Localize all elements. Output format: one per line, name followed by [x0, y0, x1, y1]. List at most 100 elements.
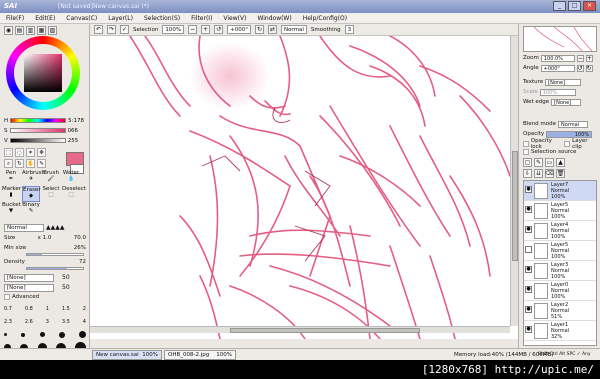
hsv-tab-icon[interactable]: ▥ — [26, 26, 35, 35]
eye-icon[interactable]: ● — [525, 186, 532, 193]
tool-water[interactable]: Water 💧 — [62, 170, 80, 186]
tool-brush[interactable]: Brush 🖌 — [42, 170, 60, 186]
layer-item[interactable]: ● Layer0 Normal 100% — [524, 281, 596, 301]
advanced-checkbox[interactable] — [4, 294, 10, 300]
layer-item[interactable]: Layer5 Normal 100% — [524, 241, 596, 261]
size-preset-dot[interactable] — [39, 332, 45, 337]
merge-down-icon[interactable]: ⇊ — [534, 169, 543, 178]
zoom-value-field[interactable]: 100.0% — [540, 54, 575, 62]
eye-icon[interactable]: ● — [525, 206, 532, 213]
selection-checkbox[interactable]: ✓ — [120, 25, 129, 34]
flip-icon[interactable]: ⇄ — [267, 25, 277, 34]
eye-icon[interactable]: ● — [525, 266, 532, 273]
color-wheel[interactable] — [6, 36, 80, 110]
menu-view[interactable]: View(V) — [223, 15, 246, 22]
layer-item[interactable]: ● Layer1 Normal 32% — [524, 321, 596, 341]
angle-minus-icon[interactable]: ↺ — [576, 64, 584, 72]
eye-icon[interactable]: ● — [525, 306, 532, 313]
smoothing-field[interactable]: 3 — [344, 25, 355, 34]
new-linework-layer-icon[interactable]: ✎ — [534, 158, 543, 167]
advanced-toggle[interactable]: Advanced — [4, 294, 39, 300]
eyedropper-icon[interactable]: ✎ — [37, 159, 46, 168]
select-rect-icon[interactable]: ⬚ — [4, 148, 13, 157]
layer-clip-checkbox[interactable] — [564, 141, 571, 147]
magic-wand-icon[interactable]: ✶ — [26, 148, 35, 157]
density-slider[interactable] — [26, 267, 84, 270]
eye-icon[interactable] — [525, 246, 532, 253]
clear-layer-icon[interactable]: ⌫ — [545, 169, 554, 178]
density-row[interactable]: Density 72 — [4, 258, 86, 266]
navigator-preview[interactable] — [523, 26, 597, 52]
palette-tab-icon[interactable]: ▦ — [37, 26, 46, 35]
menu-canvas[interactable]: Canvas(C) — [66, 15, 97, 22]
redo-icon[interactable]: ↷ — [107, 25, 116, 34]
menu-window[interactable]: Window(W) — [257, 15, 291, 22]
value-slider[interactable] — [9, 138, 66, 143]
eye-icon[interactable]: ● — [525, 326, 532, 333]
tool-deselect[interactable]: Deselect ⬚ — [62, 186, 86, 202]
lasso-icon[interactable]: ◌ — [15, 148, 24, 157]
size-preset[interactable]: 0.7 — [4, 306, 12, 312]
layer-item[interactable]: ● Layer2 Normal 51% — [524, 301, 596, 321]
tool-airbrush[interactable]: Airbrush ✈ — [22, 170, 45, 186]
new-layer-icon[interactable]: ▢ — [523, 158, 532, 167]
menu-file[interactable]: File(F) — [6, 15, 24, 22]
angle-field[interactable]: +000° — [227, 25, 251, 34]
zoom-field[interactable]: 100% — [162, 25, 185, 34]
rotate-icon[interactable]: ↻ — [15, 159, 24, 168]
size-preset-dot[interactable] — [58, 331, 65, 338]
size-preset[interactable]: 2 — [83, 306, 86, 312]
texture-combo-2[interactable]: [None] — [4, 284, 54, 292]
size-preset-dot[interactable] — [79, 331, 86, 338]
minsize-slider[interactable] — [26, 253, 84, 256]
size-preset-dot[interactable] — [21, 332, 26, 337]
size-preset[interactable]: 3 — [46, 319, 49, 325]
scratchpad-tab-icon[interactable]: ▧ — [48, 26, 57, 35]
zoom-icon[interactable]: ⌕ — [4, 159, 13, 168]
move-icon[interactable]: ✥ — [37, 148, 46, 157]
tool-binary[interactable]: Binary ✎ — [22, 202, 40, 218]
size-preset[interactable]: 2.3 — [4, 319, 12, 325]
layer-item[interactable]: ● Layer5 Normal 100% — [524, 201, 596, 221]
transfer-down-icon[interactable]: ⇩ — [523, 169, 532, 178]
close-button[interactable]: ✕ — [583, 1, 596, 11]
document-tab-ohb[interactable]: OHB_008-2.jpg 100% — [164, 350, 236, 360]
vertical-scrollbar[interactable] — [510, 36, 518, 326]
tool-marker[interactable]: Marker ▮ — [2, 186, 21, 202]
tool-select[interactable]: Select ⬚ — [42, 186, 60, 202]
minsize-row[interactable]: Min size 26% — [4, 244, 86, 252]
size-preset[interactable]: 4 — [83, 319, 86, 325]
blendmode-dropdown[interactable]: Normal — [558, 120, 589, 128]
horizontal-scroll-thumb[interactable] — [230, 328, 420, 333]
size-preset[interactable]: 1 — [46, 306, 49, 312]
brush-blend-dropdown[interactable]: Normal — [4, 224, 44, 232]
tool-bucket[interactable]: Bucket ▼ — [2, 202, 21, 218]
opacity-slider[interactable]: 100% — [546, 130, 593, 138]
rotate-left-icon[interactable]: ↺ — [214, 25, 224, 34]
menu-filter[interactable]: Filter(I) — [191, 15, 212, 22]
size-preset[interactable]: 3.5 — [62, 319, 70, 325]
blend-dropdown[interactable]: Normal — [280, 25, 307, 34]
texture-dropdown[interactable]: [None] — [545, 78, 582, 86]
document-tab-new-canvas[interactable]: New canvas.sai 100% — [92, 350, 162, 360]
texture-combo-1[interactable]: [None] — [4, 274, 54, 282]
menu-layer[interactable]: Layer(L) — [108, 15, 133, 22]
eye-icon[interactable]: ● — [525, 286, 532, 293]
size-preset-dot[interactable] — [4, 333, 7, 336]
menu-selection[interactable]: Selection(S) — [144, 15, 180, 22]
color-wheel-tab-icon[interactable]: ◉ — [4, 26, 13, 35]
wetedge-dropdown[interactable]: [None] — [551, 98, 582, 106]
angle-value-field[interactable]: +000° — [540, 64, 575, 72]
menu-help[interactable]: Help/Config(O) — [303, 15, 347, 22]
tool-eraser[interactable]: Eraser ◆ — [22, 186, 41, 202]
drawing-canvas[interactable] — [90, 36, 518, 339]
size-preset[interactable]: 0.8 — [25, 306, 33, 312]
minimize-button[interactable]: _ — [553, 1, 566, 11]
maximize-button[interactable]: □ — [568, 1, 581, 11]
tool-pen[interactable]: Pen ✒ — [2, 170, 20, 186]
hue-slider[interactable] — [10, 118, 67, 123]
brush-shape-icons[interactable]: ▲▲▲▲ — [46, 224, 64, 231]
new-folder-icon[interactable]: ▭ — [545, 158, 554, 167]
zoom-in-icon[interactable]: + — [201, 25, 211, 34]
zoom-minus-icon[interactable]: − — [576, 54, 584, 62]
